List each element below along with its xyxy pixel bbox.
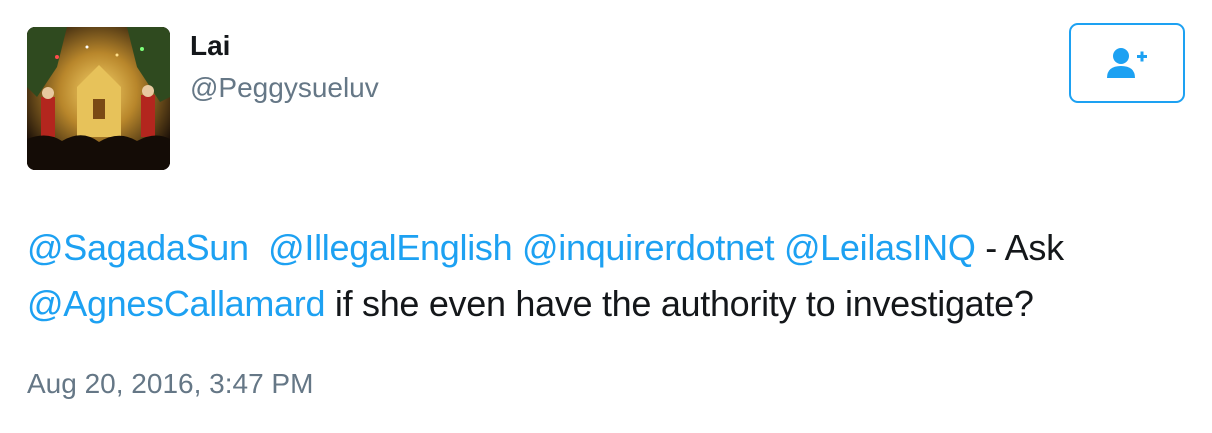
mention-inquirerdotnet[interactable]: @inquirerdotnet [522, 227, 775, 268]
mention-sagadasun[interactable]: @SagadaSun [27, 227, 249, 268]
user-handle[interactable]: @Peggysueluv [190, 71, 379, 105]
follow-button[interactable] [1069, 23, 1185, 103]
display-name[interactable]: Lai [190, 30, 230, 62]
tweet-text: @SagadaSun @IllegalEnglish @inquirerdotn… [27, 220, 1187, 332]
mention-illegalenglish[interactable]: @IllegalEnglish [268, 227, 512, 268]
follow-user-icon [1107, 48, 1147, 78]
tweet-text-part-1: - Ask [985, 227, 1064, 268]
mention-agnescallamard[interactable]: @AgnesCallamard [27, 283, 325, 324]
tweet-text-part-2: if she even have the authority to invest… [334, 283, 1034, 324]
mention-leilasinq[interactable]: @LeilasINQ [784, 227, 976, 268]
tweet-timestamp[interactable]: Aug 20, 2016, 3:47 PM [27, 366, 313, 402]
avatar[interactable] [27, 27, 170, 170]
